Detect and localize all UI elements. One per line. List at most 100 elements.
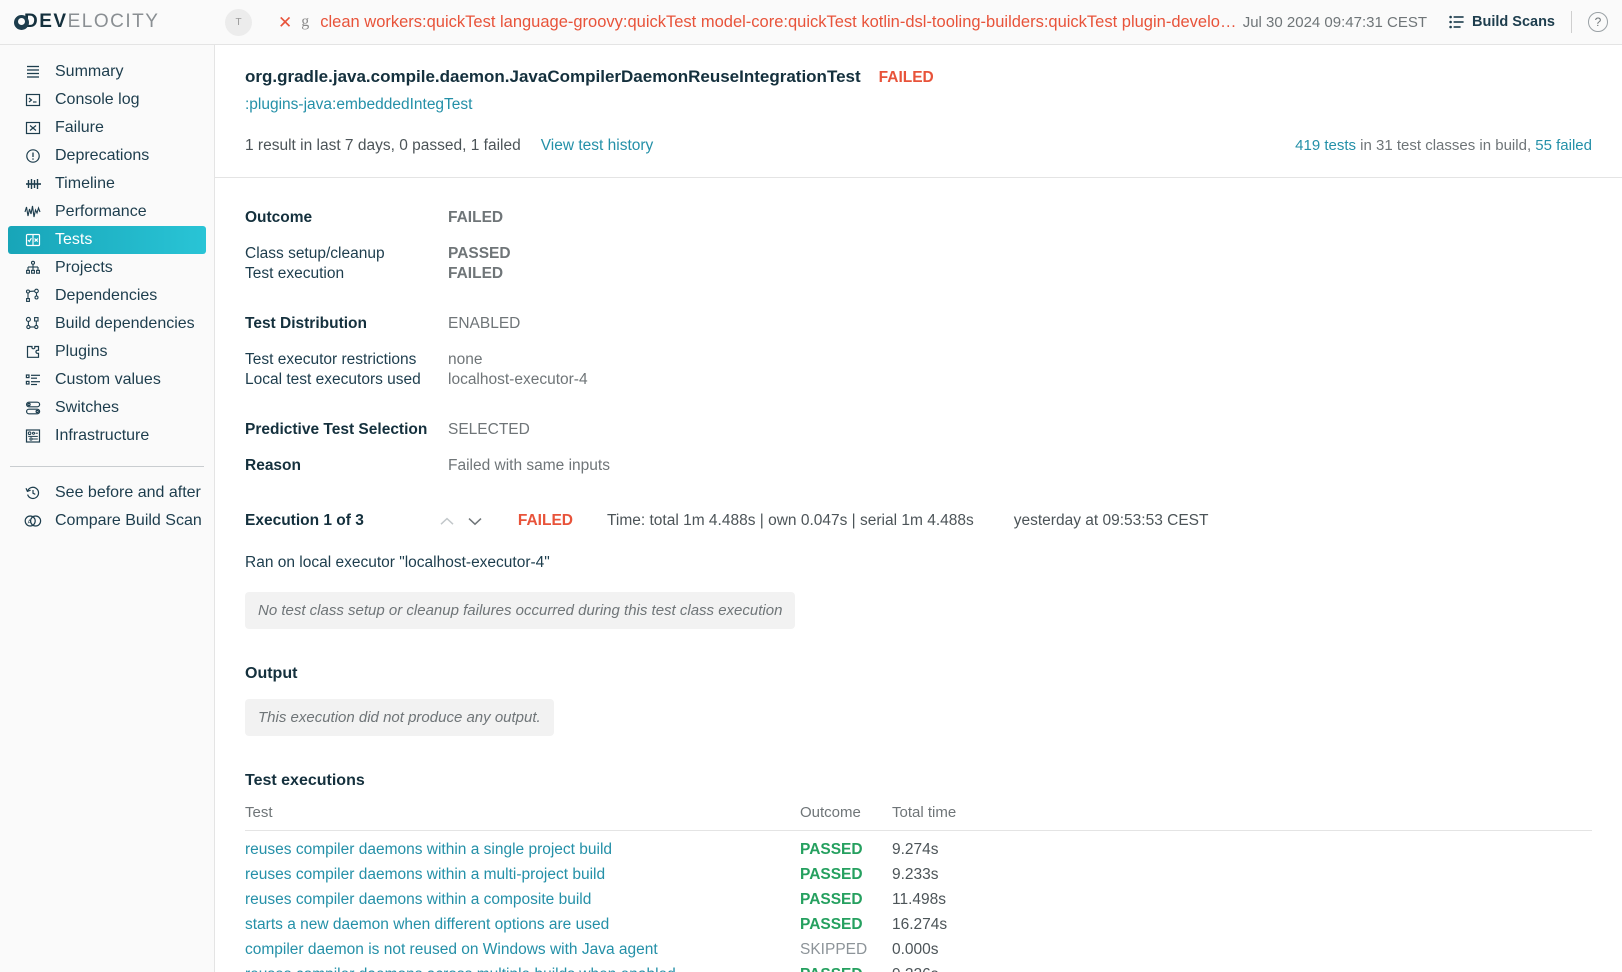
sidebar-item-deprecations[interactable]: Deprecations [8, 142, 206, 170]
list-icon [1449, 15, 1464, 29]
class-setup-label: Class setup/cleanup [245, 244, 448, 264]
table-row[interactable]: reuses compiler daemons within a composi… [245, 888, 1592, 913]
test-name-link[interactable]: reuses compiler daemons within a composi… [245, 888, 800, 913]
sidebar-item-label: Projects [55, 259, 113, 277]
sidebar-item-label: Deprecations [55, 147, 149, 165]
result-summary: 1 result in last 7 days, 0 passed, 1 fai… [245, 137, 521, 155]
build-tab[interactable]: T ✕ g clean workers:quickTest language-g… [215, 9, 1243, 36]
sidebar-item-plugins[interactable]: Plugins [8, 338, 206, 366]
avatar-initial: T [235, 17, 241, 28]
test-distribution-value: ENABLED [448, 314, 520, 334]
sidebar-item-custom-values[interactable]: Custom values [8, 366, 206, 394]
column-header-total-time: Total time [892, 804, 1592, 831]
test-name-link[interactable]: starts a new daemon when different optio… [245, 913, 800, 938]
executor-restrictions-value: none [448, 350, 482, 370]
task-path-link[interactable]: :plugins-java:embeddedIntegTest [245, 96, 1592, 114]
sidebar-item-performance[interactable]: Performance [8, 198, 206, 226]
sidebar-divider [10, 466, 204, 467]
detail-row-class-setup: Class setup/cleanup PASSED [245, 244, 1592, 264]
test-outcome: PASSED [800, 888, 892, 913]
execution-title: Execution 1 of 3 [245, 512, 364, 530]
test-total-time: 9.274s [892, 831, 1592, 863]
compare-icon: A [22, 513, 44, 529]
failure-icon [22, 120, 44, 136]
build-scans-button[interactable]: Build Scans [1449, 14, 1555, 30]
sidebar-item-switches[interactable]: Switches [8, 394, 206, 422]
test-name-link[interactable]: compiler daemon is not reused on Windows… [245, 938, 800, 963]
test-execution-label: Test execution [245, 264, 448, 284]
dependencies-icon [22, 288, 44, 304]
test-details-panel: Outcome FAILED Class setup/cleanup PASSE… [245, 178, 1592, 476]
detail-row-local-executors: Local test executors used localhost-exec… [245, 370, 1592, 390]
close-icon[interactable]: ✕ [278, 14, 292, 31]
table-row[interactable]: reuses compiler daemons within a single … [245, 831, 1592, 863]
topbar-right: Jul 30 2024 09:47:31 CEST Build Scans ? [1243, 11, 1622, 33]
svg-text:A: A [28, 519, 32, 525]
logo-text-bold: DEV [24, 11, 68, 33]
sidebar-item-build-dependencies[interactable]: Build dependencies [8, 310, 206, 338]
infrastructure-icon [22, 428, 44, 444]
table-row[interactable]: starts a new daemon when different optio… [245, 913, 1592, 938]
reason-label: Reason [245, 456, 448, 476]
switches-icon [22, 400, 44, 416]
sidebar-item-console-log[interactable]: Console log [8, 86, 206, 114]
test-total-time: 9.233s [892, 863, 1592, 888]
projects-icon [22, 260, 44, 276]
execution-timing: Time: total 1m 4.488s | own 0.047s | ser… [607, 512, 974, 530]
help-icon[interactable]: ? [1588, 12, 1608, 32]
sidebar-item-dependencies[interactable]: Dependencies [8, 282, 206, 310]
outcome-value: FAILED [448, 208, 503, 228]
build-tab-title[interactable]: clean workers:quickTest language-groovy:… [320, 13, 1242, 32]
detail-row-test-execution: Test execution FAILED [245, 264, 1592, 284]
detail-row-executor-restrictions: Test executor restrictions none [245, 350, 1592, 370]
view-test-history-link[interactable]: View test history [541, 137, 654, 155]
test-execution-value: FAILED [448, 264, 503, 284]
table-row[interactable]: compiler daemon is not reused on Windows… [245, 938, 1592, 963]
console-icon [22, 92, 44, 108]
sidebar-item-timeline[interactable]: Timeline [8, 170, 206, 198]
sidebar-item-label: Tests [55, 231, 92, 249]
sidebar-item-compare-build-scan[interactable]: A Compare Build Scan [8, 507, 206, 535]
page-title: org.gradle.java.compile.daemon.JavaCompi… [245, 67, 861, 87]
avatar[interactable]: T [225, 9, 252, 36]
test-total-time: 9.226s [892, 963, 1592, 972]
execution-timestamp: yesterday at 09:53:53 CEST [1014, 512, 1209, 530]
test-distribution-label: Test Distribution [245, 314, 448, 334]
test-total-time: 11.498s [892, 888, 1592, 913]
local-executors-label: Local test executors used [245, 370, 448, 390]
chevron-up-icon[interactable] [436, 510, 458, 532]
test-executions-title: Test executions [245, 772, 1592, 790]
sidebar-item-failure[interactable]: Failure [8, 114, 206, 142]
sidebar-item-see-before-and-after[interactable]: See before and after [8, 479, 206, 507]
test-outcome: PASSED [800, 963, 892, 972]
app-logo[interactable]: DEV ELOCITY [0, 11, 215, 33]
detail-row-reason: Reason Failed with same inputs [245, 456, 1592, 476]
topbar-divider [1571, 11, 1572, 33]
detail-row-predictive-test-selection: Predictive Test Selection SELECTED [245, 420, 1592, 440]
sidebar: Summary Console log Failure Deprecations [0, 45, 215, 972]
test-name-link[interactable]: reuses compiler daemons within a single … [245, 831, 800, 863]
chevron-down-icon[interactable] [464, 510, 486, 532]
plugins-icon [22, 344, 44, 360]
outcome-label: Outcome [245, 208, 448, 228]
test-name-link[interactable]: reuses compiler daemons across multiple … [245, 963, 800, 972]
sidebar-item-tests[interactable]: Tests [8, 226, 206, 254]
test-name-link[interactable]: reuses compiler daemons within a multi-p… [245, 863, 800, 888]
sidebar-item-summary[interactable]: Summary [8, 58, 206, 86]
reason-value: Failed with same inputs [448, 456, 610, 476]
stats-middle-text: in 31 test classes in build, [1356, 137, 1535, 154]
total-tests-link[interactable]: 419 tests [1295, 137, 1356, 154]
sidebar-item-label: Custom values [55, 371, 161, 389]
build-test-stats: 419 tests in 31 test classes in build, 5… [1295, 137, 1592, 154]
sidebar-item-label: Infrastructure [55, 427, 149, 445]
failed-tests-link[interactable]: 55 failed [1535, 137, 1592, 154]
gradle-glyph-icon: g [301, 13, 309, 31]
table-header-row: Test Outcome Total time [245, 804, 1592, 831]
table-row[interactable]: reuses compiler daemons within a multi-p… [245, 863, 1592, 888]
test-executions-body: reuses compiler daemons within a single … [245, 831, 1592, 972]
sidebar-item-infrastructure[interactable]: Infrastructure [8, 422, 206, 450]
sidebar-item-projects[interactable]: Projects [8, 254, 206, 282]
table-row[interactable]: reuses compiler daemons across multiple … [245, 963, 1592, 972]
sidebar-item-label: Plugins [55, 343, 107, 361]
execution-header: Execution 1 of 3 FAILED Time: total 1m 4… [245, 510, 1592, 532]
